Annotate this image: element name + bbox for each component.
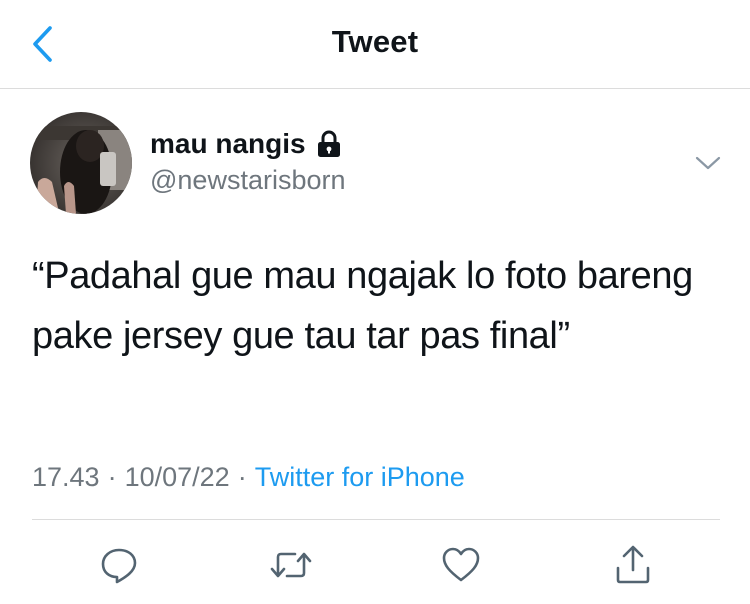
meta-separator: · [237,462,247,492]
more-options-button[interactable] [690,148,726,178]
top-nav-bar: Tweet [0,0,750,89]
heart-icon [442,547,480,582]
tweet-text: “Padahal gue mau ngajak lo foto bareng p… [32,255,693,357]
retweet-button[interactable] [268,542,314,588]
lock-icon [317,130,340,157]
avatar[interactable] [30,112,132,214]
tweet-date: 10/07/22 [124,462,230,492]
reply-button[interactable] [96,542,142,588]
tweet-source-link[interactable]: Twitter for iPhone [255,462,465,492]
divider [32,519,720,520]
share-button[interactable] [610,542,656,588]
meta-separator: · [107,462,117,492]
page-title: Tweet [331,24,419,59]
reply-icon [101,548,137,584]
like-button[interactable] [438,542,484,588]
retweet-icon [270,552,312,578]
share-icon [616,545,650,584]
avatar-photo [30,112,132,214]
author-name-row: mau nangis [150,128,343,160]
display-name[interactable]: mau nangis [150,128,306,160]
chevron-down-icon [695,156,721,170]
user-handle[interactable]: @newstarisborn [150,165,346,196]
tweet-metadata: 17.43 · 10/07/22 · Twitter for iPhone [32,462,465,493]
tweet-time: 17.43 [32,462,100,492]
